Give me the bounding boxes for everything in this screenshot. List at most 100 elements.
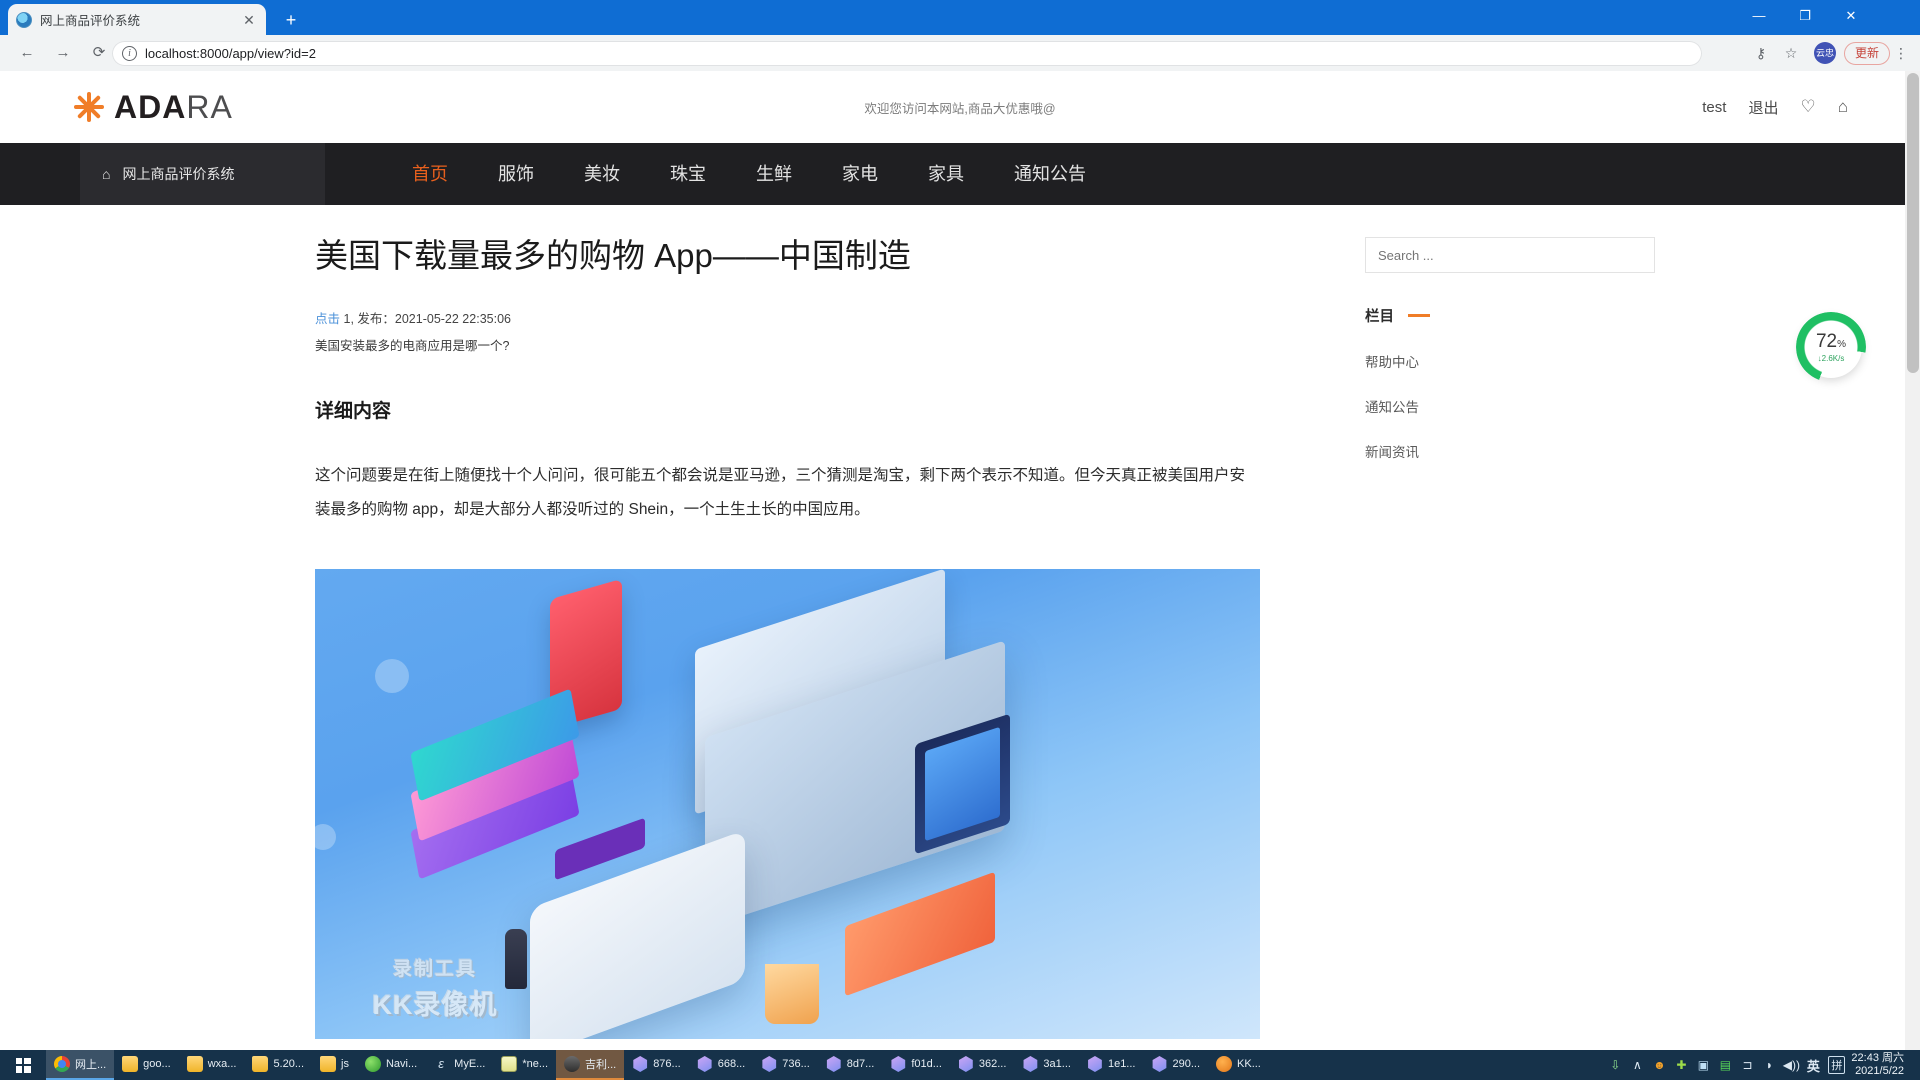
taskbar-item[interactable]: 3a1... [1014,1050,1079,1080]
close-icon[interactable]: ✕ [240,11,258,29]
sidebar-section-title: 栏目 [1365,309,1394,325]
system-tray: ⇩ ∧ ☻ ✚ ▣ ▤ ⊐ ◗ ◀)) 英 拼 22:43 周六 2021/5/… [1604,1050,1920,1080]
start-button[interactable] [0,1050,46,1080]
wifi-icon[interactable]: ◗ [1758,1058,1780,1072]
publish-date: , 发布：2021-05-22 22:35:06 [350,311,511,326]
nav-item-appliances[interactable]: 家电 [817,143,903,205]
watermark-line-1: 录制工具 [392,959,477,981]
back-icon[interactable]: ← [14,40,40,66]
page-viewport: ADARA 欢迎您访问本网站,商品大优惠哦@ test 退出 ♡ ⌂ ⌂ 网上商… [0,71,1920,1050]
illustration-open-book [845,871,995,997]
disk-icon[interactable]: ▤ [1714,1058,1736,1072]
taskbar-item[interactable]: wxa... [179,1050,245,1080]
nav-brand[interactable]: ⌂ 网上商品评价系统 [80,143,325,205]
section-title: 详细内容 [315,400,392,422]
app-icon [891,1056,906,1072]
download-progress-widget[interactable]: 72% ↓2.6K/s [1796,312,1866,382]
avatar[interactable]: 云忠 [1813,42,1836,64]
picture-icon[interactable]: ▣ [1692,1058,1714,1072]
info-icon[interactable]: i [122,46,137,61]
browser-titlebar: 网上商品评价系统 ✕ + — ❐ ✕ [0,0,1920,35]
article-subtitle: 美国安装最多的电商应用是哪一个? [315,338,510,353]
taskbar-item[interactable]: Navi... [357,1050,425,1080]
taskbar-item[interactable]: 网上... [46,1050,115,1080]
browser-tab[interactable]: 网上商品评价系统 ✕ [8,4,266,35]
page-scrollbar[interactable] [1905,71,1920,1050]
address-bar[interactable]: i localhost:8000/app/view?id=2 [112,41,1702,66]
key-icon[interactable]: ⚷ [1746,38,1776,68]
nav-item-jewelry[interactable]: 珠宝 [645,143,731,205]
plus-circle-icon[interactable]: ✚ [1670,1058,1692,1072]
sidebar: 栏目 帮助中心 通知公告 新闻资讯 [1365,235,1665,1039]
sidebar-item-help[interactable]: 帮助中心 [1365,351,1665,371]
article-body: 这个问题要是在街上随便找十个人问问，很可能五个都会说是亚马逊，三个猜测是淘宝，剩… [315,466,1246,518]
watermark-line-2: KK录像机 [372,990,498,1021]
shopping-bag-icon[interactable]: ⌂ [1838,97,1848,117]
forward-icon[interactable]: → [50,40,76,66]
taskbar-item[interactable]: 736... [753,1050,818,1080]
taskbar-item[interactable]: 362... [950,1050,1015,1080]
taskbar-item[interactable]: *ne... [493,1050,556,1080]
taskbar-item-label: 362... [978,1058,1007,1070]
star-icon[interactable]: ☆ [1776,38,1806,68]
folder-icon [122,1056,139,1072]
nav-item-apparel[interactable]: 服饰 [473,143,559,205]
reload-icon[interactable]: ⟳ [86,40,112,66]
username-label[interactable]: test [1702,99,1726,116]
ime-language-icon[interactable]: 英 [1802,1056,1824,1075]
taskbar-item-label: wxa... [207,1058,237,1070]
usb-icon[interactable]: ⇩ [1604,1058,1626,1072]
starburst-icon [72,90,106,124]
smiley-icon[interactable]: ☻ [1648,1058,1670,1072]
nav-item-home[interactable]: 首页 [387,143,473,205]
taskbar-item[interactable]: js [312,1050,357,1080]
taskbar-item[interactable]: goo... [114,1050,179,1080]
window-close-button[interactable]: ✕ [1828,0,1874,32]
taskbar-item-label: MyE... [454,1058,486,1070]
menu-icon[interactable]: ⋮ [1890,45,1912,62]
nav-item-announcements[interactable]: 通知公告 [989,143,1111,205]
taskbar-item[interactable]: ε MyE... [425,1050,493,1080]
maximize-button[interactable]: ❐ [1782,0,1828,32]
taskbar-item[interactable]: f01d... [882,1050,950,1080]
volume-icon[interactable]: ◀)) [1780,1058,1802,1072]
taskbar-item-label: 1e1... [1107,1058,1136,1070]
heart-icon[interactable]: ♡ [1800,97,1815,117]
taskbar-item-label: Navi... [385,1058,418,1070]
header-actions: test 退出 ♡ ⌂ [1702,97,1848,118]
click-count-link[interactable]: 点击 [315,312,340,326]
chevron-up-icon[interactable]: ∧ [1626,1058,1648,1072]
taskbar-item[interactable]: KK... [1208,1050,1269,1080]
taskbar-item[interactable]: 290... [1143,1050,1208,1080]
sidebar-item-news[interactable]: 新闻资讯 [1365,441,1665,461]
article-meta: 点击 1, 发布：2021-05-22 22:35:06 [315,308,1335,327]
update-button[interactable]: 更新 [1843,41,1890,65]
clock[interactable]: 22:43 周六 2021/5/22 [1845,1052,1914,1078]
ime-mode-icon[interactable]: 拼 [1828,1056,1846,1074]
main-navbar: ⌂ 网上商品评价系统 首页 服饰 美妆 珠宝 生鲜 家电 家具 通知公告 [0,143,1920,205]
taskbar-item[interactable]: 1e1... [1079,1050,1144,1080]
minimize-button[interactable]: — [1736,0,1782,32]
app-icon [1023,1056,1038,1072]
search-input[interactable] [1365,237,1655,273]
taskbar-item[interactable]: 8d7... [818,1050,883,1080]
taskbar-item[interactable]: 5.20... [244,1050,312,1080]
taskbar-item[interactable]: 668... [689,1050,754,1080]
app-icon [1152,1056,1167,1072]
home-icon: ⌂ [102,166,111,182]
taskbar-item[interactable]: 876... [624,1050,689,1080]
nav-item-fresh[interactable]: 生鲜 [731,143,817,205]
welcome-message: 欢迎您访问本网站,商品大优惠哦@ [864,101,1056,116]
sidebar-item-announcements[interactable]: 通知公告 [1365,396,1665,416]
scrollbar-thumb[interactable] [1907,73,1919,373]
taskbar-item-label: 290... [1172,1058,1201,1070]
new-tab-button[interactable]: + [278,9,304,31]
nav-item-furniture[interactable]: 家具 [903,143,989,205]
nav-item-beauty[interactable]: 美妆 [559,143,645,205]
globe-icon [16,11,32,28]
logout-link[interactable]: 退出 [1748,97,1778,118]
article-hero-image: 录制工具 KK录像机 [315,569,1260,1040]
network-link-icon[interactable]: ⊐ [1736,1058,1758,1072]
taskbar-item[interactable]: 吉利... [556,1050,625,1080]
site-logo[interactable]: ADARA [72,89,233,126]
